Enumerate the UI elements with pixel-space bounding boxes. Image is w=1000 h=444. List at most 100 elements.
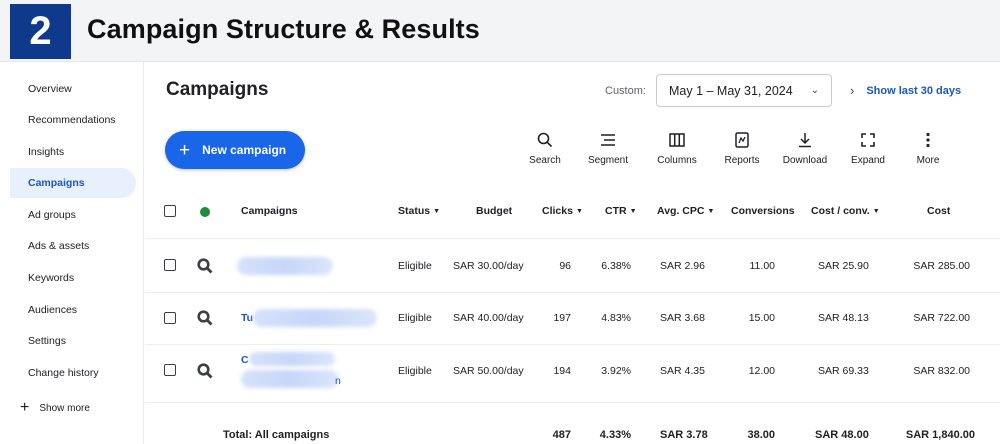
row-checkbox[interactable]: [164, 259, 176, 271]
row-divider: [145, 344, 1000, 345]
sidebar-item-insights[interactable]: Insights: [10, 137, 136, 167]
col-header-budget[interactable]: Budget: [476, 205, 512, 217]
row-checkbox[interactable]: [164, 364, 176, 376]
campaign-name-redacted[interactable]: [241, 370, 339, 388]
col-header-avg-cpc[interactable]: Avg. CPC ▼: [657, 205, 714, 217]
toolbar-more-button[interactable]: More: [898, 131, 958, 166]
row-checkbox[interactable]: [164, 312, 176, 324]
col-header-conversions[interactable]: Conversions: [731, 205, 795, 217]
toolbar-reports-button[interactable]: Reports: [712, 131, 772, 166]
search-campaign-type-icon: [197, 258, 213, 274]
clicks-cell: 96: [559, 260, 571, 272]
row-divider: [145, 238, 1000, 239]
date-range-label-text: Custom: [605, 85, 643, 97]
toolbar-download-button[interactable]: Download: [775, 131, 835, 166]
show-last-30-days-label: Show last 30 days: [866, 84, 962, 97]
sidebar-item-keywords[interactable]: Keywords: [10, 263, 136, 293]
toolbar-expand-label: Expand: [851, 155, 885, 166]
plus-icon: +: [20, 399, 30, 416]
date-range-value: May 1 – May 31, 2024: [669, 83, 793, 98]
slide-header: 2 Campaign Structure & Results: [0, 0, 1000, 62]
sidebar-item-campaigns[interactable]: Campaigns: [10, 168, 136, 198]
sidebar-item-ad-groups[interactable]: Ad groups: [10, 200, 136, 230]
col-header-avg-cpc-label: Avg. CPC: [657, 205, 705, 217]
totals-cost-conv: SAR 48.00: [815, 429, 869, 441]
main-content: Campaigns Custom: May 1 – May 31, 2024 ⌄…: [145, 62, 1000, 444]
row-divider: [145, 402, 1000, 403]
search-icon: [537, 132, 553, 148]
toolbar-reports-label: Reports: [724, 155, 760, 166]
campaign-name-fragment[interactable]: n: [335, 375, 341, 387]
toolbar-segment-button[interactable]: Segment: [578, 131, 638, 166]
step-number-badge: 2: [10, 4, 71, 59]
columns-icon: [669, 133, 685, 147]
campaign-name-redacted[interactable]: [253, 309, 377, 327]
toolbar-download-label: Download: [782, 155, 828, 166]
search-campaign-type-icon: [197, 363, 213, 379]
segment-icon: [601, 134, 615, 146]
page-title: Campaigns: [166, 79, 269, 100]
new-campaign-label: New campaign: [202, 143, 287, 157]
col-header-cost[interactable]: Cost: [927, 205, 950, 217]
totals-cost: SAR 1,840.00: [905, 429, 975, 441]
sidebar-item-ads-assets[interactable]: Ads & assets: [10, 231, 136, 261]
sidebar-item-change-history[interactable]: Change history: [10, 358, 136, 388]
totals-ctr: 4.33%: [599, 429, 631, 441]
col-header-clicks[interactable]: Clicks ▼: [542, 205, 583, 217]
totals-avg-cpc: SAR 3.78: [660, 429, 708, 441]
col-header-clicks-label: Clicks: [542, 205, 573, 217]
ctr-cell: 6.38%: [601, 260, 631, 272]
budget-cell[interactable]: SAR 30.00/day: [453, 260, 524, 272]
col-header-status[interactable]: Status ▼: [398, 205, 440, 217]
col-header-ctr[interactable]: CTR ▼: [605, 205, 637, 217]
col-header-cost-conv[interactable]: Cost / conv. ▼: [811, 205, 880, 217]
totals-clicks: 487: [552, 429, 571, 441]
toolbar-columns-button[interactable]: Columns: [647, 131, 707, 166]
cost-conv-cell: SAR 25.90: [818, 260, 869, 272]
chevron-down-icon: ▼: [433, 208, 441, 215]
show-last-30-days-link[interactable]: › Show last 30 days: [850, 83, 961, 98]
campaign-name-fragment[interactable]: Tu: [241, 312, 253, 324]
toolbar-columns-label: Columns: [657, 155, 697, 166]
campaign-name-redacted[interactable]: [237, 257, 333, 275]
sidebar-item-recommendations[interactable]: Recommendations: [10, 105, 136, 135]
new-campaign-button[interactable]: + New campaign: [165, 131, 305, 169]
toolbar-search-button[interactable]: Search: [515, 131, 575, 166]
show-more-button[interactable]: + Show more: [20, 400, 90, 416]
row-divider: [145, 292, 1000, 293]
budget-cell[interactable]: SAR 40.00/day: [453, 312, 524, 324]
ctr-cell: 3.92%: [601, 365, 631, 377]
sidebar-item-overview[interactable]: Overview: [10, 74, 136, 104]
campaign-name-fragment[interactable]: C: [241, 354, 249, 366]
reports-icon: [735, 132, 749, 148]
status-cell: Eligible: [398, 312, 432, 324]
chevron-down-icon: ▼: [629, 208, 637, 215]
date-range-select[interactable]: May 1 – May 31, 2024 ⌄: [656, 74, 832, 107]
select-all-checkbox[interactable]: [164, 205, 176, 217]
avg-cpc-cell: SAR 3.68: [660, 312, 705, 324]
totals-conversions: 38.00: [747, 429, 775, 441]
chevron-down-icon: ▼: [707, 208, 715, 215]
cost-cell: SAR 285.00: [913, 260, 970, 272]
toolbar-expand-button[interactable]: Expand: [838, 131, 898, 166]
sidebar-item-audiences[interactable]: Audiences: [10, 295, 136, 325]
toolbar-segment-label: Segment: [587, 155, 629, 166]
toolbar-more-label: More: [916, 155, 940, 166]
budget-cell[interactable]: SAR 50.00/day: [453, 365, 524, 377]
show-more-label: Show more: [39, 402, 90, 414]
cost-cell: SAR 832.00: [913, 365, 970, 377]
more-vert-icon: [926, 132, 930, 148]
totals-label: Total: All campaigns: [223, 429, 330, 441]
status-filter-dot[interactable]: [200, 207, 210, 217]
sidebar-item-settings[interactable]: Settings: [10, 326, 136, 356]
col-header-ctr-label: CTR: [605, 205, 627, 217]
col-header-campaigns[interactable]: Campaigns: [241, 205, 298, 217]
plus-icon: +: [179, 139, 191, 161]
col-header-status-label: Status: [398, 205, 431, 217]
status-cell: Eligible: [398, 260, 432, 272]
campaign-name-redacted[interactable]: [249, 352, 335, 366]
expand-icon: [861, 133, 875, 147]
ctr-cell: 4.83%: [601, 312, 631, 324]
search-campaign-type-icon: [197, 310, 213, 326]
cost-cell: SAR 722.00: [913, 312, 970, 324]
